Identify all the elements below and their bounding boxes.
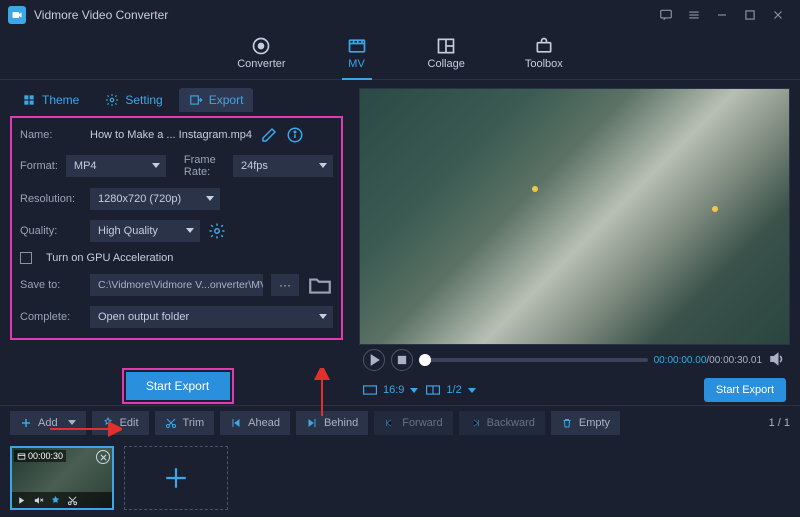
behind-button[interactable]: Behind — [296, 411, 368, 435]
remove-clip-icon[interactable] — [96, 450, 110, 464]
forward-button[interactable]: Forward — [374, 411, 452, 435]
complete-select[interactable]: Open output folder — [90, 306, 333, 328]
start-export-button[interactable]: Start Export — [126, 372, 230, 400]
quality-label: Quality: — [20, 225, 82, 237]
complete-label: Complete: — [20, 311, 82, 323]
clip-thumbnail[interactable]: 00:00:30 — [10, 446, 114, 510]
preview-marker — [712, 206, 718, 212]
format-label: Format: — [20, 160, 58, 172]
page-indicator: 1 / 1 — [769, 417, 790, 429]
framerate-label: Frame Rate: — [184, 154, 225, 178]
info-icon[interactable] — [286, 126, 304, 144]
edit-clip-icon[interactable] — [50, 495, 61, 506]
preview-marker — [532, 186, 538, 192]
tab-converter[interactable]: Converter — [237, 36, 285, 74]
quality-select[interactable]: High Quality — [90, 220, 200, 242]
empty-button[interactable]: Empty — [551, 411, 620, 435]
titlebar: Vidmore Video Converter — [0, 0, 800, 30]
play-clip-icon[interactable] — [16, 495, 27, 506]
tab-toolbox[interactable]: Toolbox — [525, 36, 563, 74]
subtab-setting[interactable]: Setting — [95, 88, 172, 112]
framerate-select[interactable]: 24fps — [233, 155, 333, 177]
add-clip-button[interactable] — [124, 446, 228, 510]
saveto-path[interactable]: C:\Vidmore\Vidmore V...onverter\MV Expor… — [90, 274, 263, 296]
menu-icon[interactable] — [680, 4, 708, 26]
volume-icon[interactable] — [768, 350, 786, 371]
aspect-ratio-select[interactable]: 16:9 — [363, 384, 418, 396]
playback-controls: 00:00:00.00/00:00:30.01 — [359, 345, 790, 375]
quality-settings-icon[interactable] — [208, 222, 226, 240]
tab-collage[interactable]: Collage — [428, 36, 465, 74]
resolution-label: Resolution: — [20, 193, 82, 205]
thumbnail-strip: 00:00:30 — [0, 439, 800, 517]
page-display-select[interactable]: 1/2 — [426, 384, 475, 396]
gpu-checkbox[interactable] — [20, 252, 32, 264]
gpu-label: Turn on GPU Acceleration — [46, 252, 173, 264]
edit-name-icon[interactable] — [260, 126, 278, 144]
clip-actions — [12, 492, 112, 508]
mute-clip-icon[interactable] — [33, 495, 44, 506]
backward-button[interactable]: Backward — [459, 411, 545, 435]
resolution-select[interactable]: 1280x720 (720p) — [90, 188, 220, 210]
app-logo-icon — [8, 6, 26, 24]
tab-mv[interactable]: MV — [346, 36, 368, 74]
stop-button[interactable] — [391, 349, 413, 371]
trim-button[interactable]: Trim — [155, 411, 215, 435]
maximize-button[interactable] — [736, 4, 764, 26]
add-button[interactable]: Add — [10, 411, 86, 435]
start-export-highlight: Start Export — [122, 368, 234, 404]
name-value: How to Make a ... Instagram.mp4 — [90, 129, 252, 141]
minimize-button[interactable] — [708, 4, 736, 26]
content-area: Theme Setting Export Name: How to Make a… — [0, 80, 800, 405]
subtab-export[interactable]: Export — [179, 88, 254, 112]
play-button[interactable] — [363, 349, 385, 371]
subtab-theme[interactable]: Theme — [12, 88, 89, 112]
progress-bar[interactable] — [419, 358, 648, 362]
left-panel: Theme Setting Export Name: How to Make a… — [0, 80, 355, 405]
edit-button[interactable]: Edit — [92, 411, 149, 435]
subtabs: Theme Setting Export — [0, 80, 355, 110]
ahead-button[interactable]: Ahead — [220, 411, 290, 435]
browse-button[interactable]: ··· — [271, 274, 299, 296]
preview-options: 16:9 1/2 Start Export — [359, 375, 790, 405]
start-export-button-preview[interactable]: Start Export — [704, 378, 786, 402]
open-folder-icon[interactable] — [307, 274, 333, 296]
export-settings-panel: Name: How to Make a ... Instagram.mp4 Fo… — [10, 116, 343, 340]
feedback-icon[interactable] — [652, 4, 680, 26]
preview-panel: 00:00:00.00/00:00:30.01 16:9 1/2 Start E… — [355, 80, 800, 405]
time-display: 00:00:00.00/00:00:30.01 — [654, 355, 762, 366]
app-window: Vidmore Video Converter Converter MV Col… — [0, 0, 800, 517]
app-title: Vidmore Video Converter — [34, 8, 168, 22]
name-label: Name: — [20, 129, 82, 141]
trim-clip-icon[interactable] — [67, 495, 78, 506]
close-button[interactable] — [764, 4, 792, 26]
format-select[interactable]: MP4 — [66, 155, 166, 177]
main-nav: Converter MV Collage Toolbox — [0, 30, 800, 80]
saveto-label: Save to: — [20, 279, 82, 291]
video-preview[interactable] — [359, 88, 790, 345]
clip-duration: 00:00:30 — [14, 450, 66, 462]
clip-toolbar: Add Edit Trim Ahead Behind Forward Backw… — [0, 405, 800, 439]
